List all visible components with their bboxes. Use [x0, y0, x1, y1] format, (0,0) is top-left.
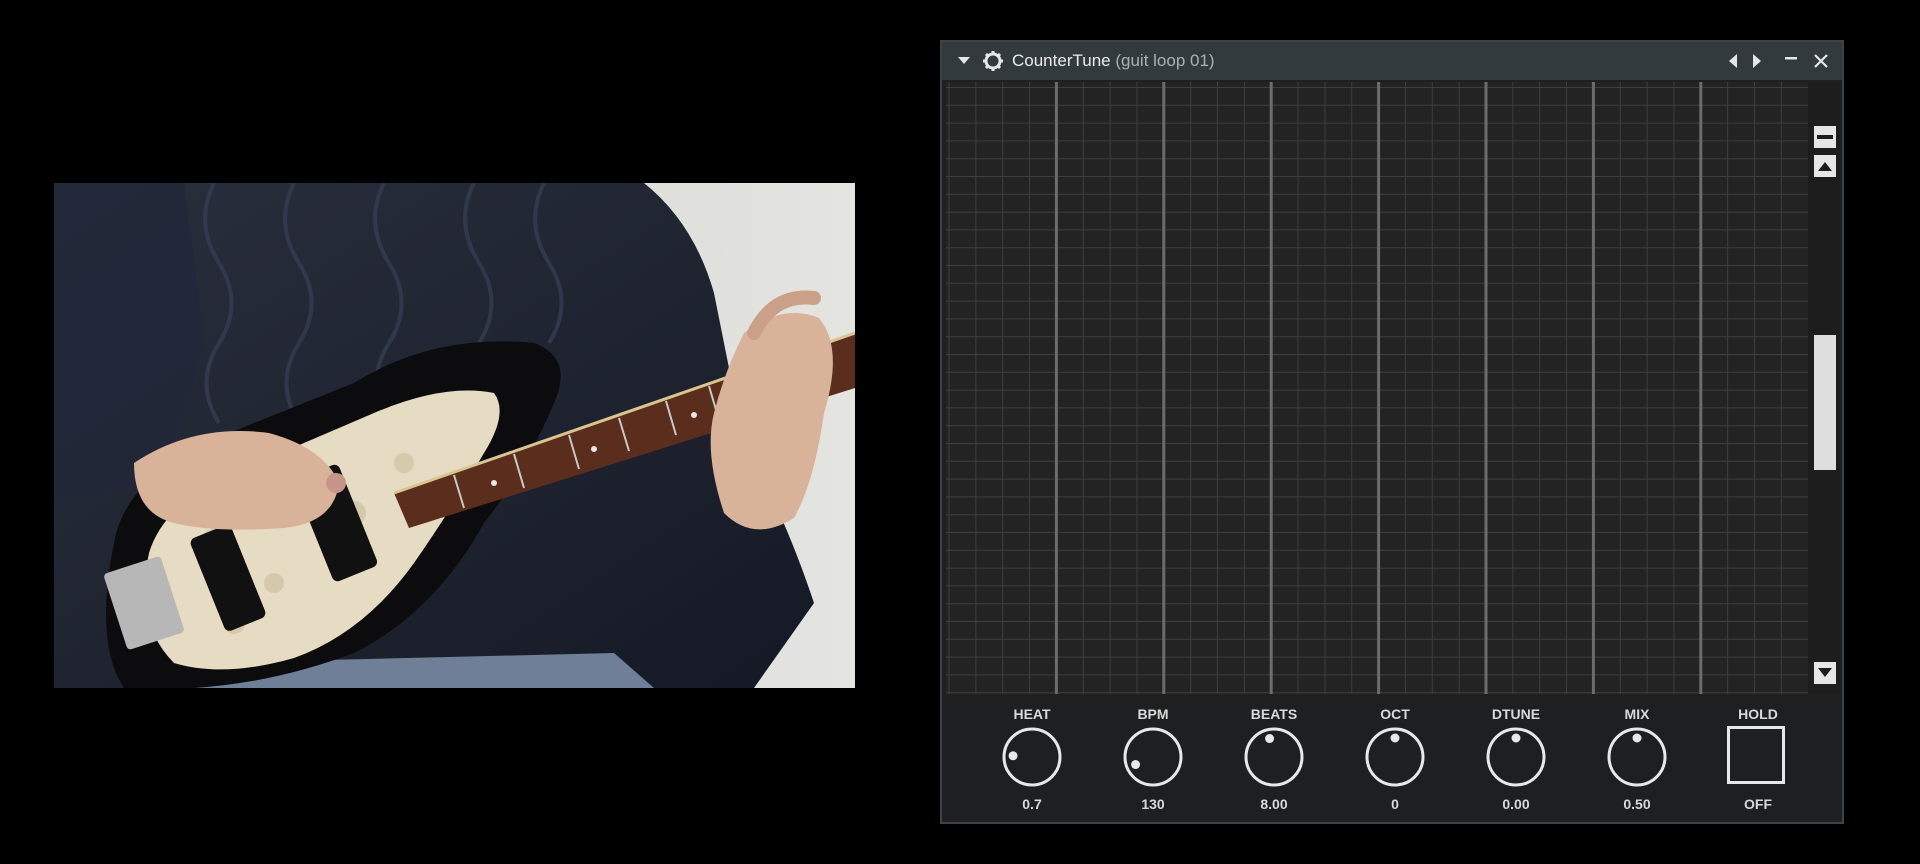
knob-indicator: [1511, 733, 1521, 743]
dtune-control: DTUNE 0.00: [1466, 698, 1566, 822]
countertune-plugin-window: CounterTune (guit loop 01) HEAT 0.7 BPM …: [940, 40, 1844, 824]
note-grid[interactable]: [946, 82, 1808, 694]
vertical-scrollbar[interactable]: [1808, 82, 1840, 694]
beats-knob[interactable]: [1243, 726, 1305, 788]
dtune-value: 0.00: [1502, 796, 1530, 812]
knob-indicator: [1131, 760, 1141, 770]
triangle-down-icon[interactable]: [954, 42, 974, 80]
mix-knob[interactable]: [1606, 726, 1668, 788]
oct-knob[interactable]: [1364, 726, 1426, 788]
scroll-down-icon[interactable]: [1814, 662, 1836, 684]
beats-control: BEATS 8.00: [1224, 698, 1324, 822]
heat-label: HEAT: [1013, 706, 1051, 722]
dtune-label: DTUNE: [1491, 706, 1541, 722]
knob-indicator: [1390, 733, 1400, 743]
title-bar[interactable]: CounterTune (guit loop 01): [942, 42, 1842, 80]
close-icon[interactable]: [1810, 42, 1832, 80]
oct-control: OCT 0: [1345, 698, 1445, 822]
window-subtitle: (guit loop 01): [1115, 51, 1215, 70]
control-row: HEAT 0.7 BPM 130 BEATS 8.00 OCT 0 DTUNE …: [942, 698, 1842, 822]
mix-value: 0.50: [1623, 796, 1651, 812]
window-title: CounterTune (guit loop 01): [1012, 51, 1215, 71]
gear-icon[interactable]: [980, 42, 1006, 80]
note-grid-lines: [946, 82, 1808, 694]
scroll-up-icon[interactable]: [1814, 155, 1836, 177]
knob-indicator: [1008, 751, 1018, 761]
hold-control: HOLD OFF: [1708, 698, 1808, 822]
scrollbar-thumb[interactable]: [1814, 335, 1836, 470]
guitar-player-image: [54, 183, 855, 688]
knob-indicator: [1265, 734, 1275, 744]
mix-label: MIX: [1624, 706, 1650, 722]
hold-toggle[interactable]: [1727, 726, 1785, 784]
minimize-icon[interactable]: [1782, 42, 1800, 80]
knob-ring: [1123, 727, 1183, 787]
dtune-knob[interactable]: [1485, 726, 1547, 788]
beats-label: BEATS: [1250, 706, 1298, 722]
scroll-top-icon[interactable]: [1814, 126, 1836, 148]
heat-knob[interactable]: [1001, 726, 1063, 788]
hold-label: HOLD: [1738, 706, 1778, 722]
arrow-right-icon[interactable]: [1748, 42, 1766, 80]
oct-label: OCT: [1380, 706, 1410, 722]
bpm-control: BPM 130: [1103, 698, 1203, 822]
beats-value: 8.00: [1260, 796, 1288, 812]
plugin-name: CounterTune: [1012, 51, 1111, 70]
arrow-left-icon[interactable]: [1724, 42, 1742, 80]
bpm-label: BPM: [1137, 706, 1169, 722]
heat-value: 0.7: [1022, 796, 1042, 812]
knob-indicator: [1632, 733, 1642, 743]
knob-ring: [1244, 727, 1304, 787]
heat-control: HEAT 0.7: [982, 698, 1082, 822]
bpm-value: 130: [1141, 796, 1165, 812]
mix-control: MIX 0.50: [1587, 698, 1687, 822]
video-frame: [54, 183, 855, 688]
oct-value: 0: [1391, 796, 1399, 812]
bpm-knob[interactable]: [1122, 726, 1184, 788]
hold-value: OFF: [1744, 796, 1772, 812]
